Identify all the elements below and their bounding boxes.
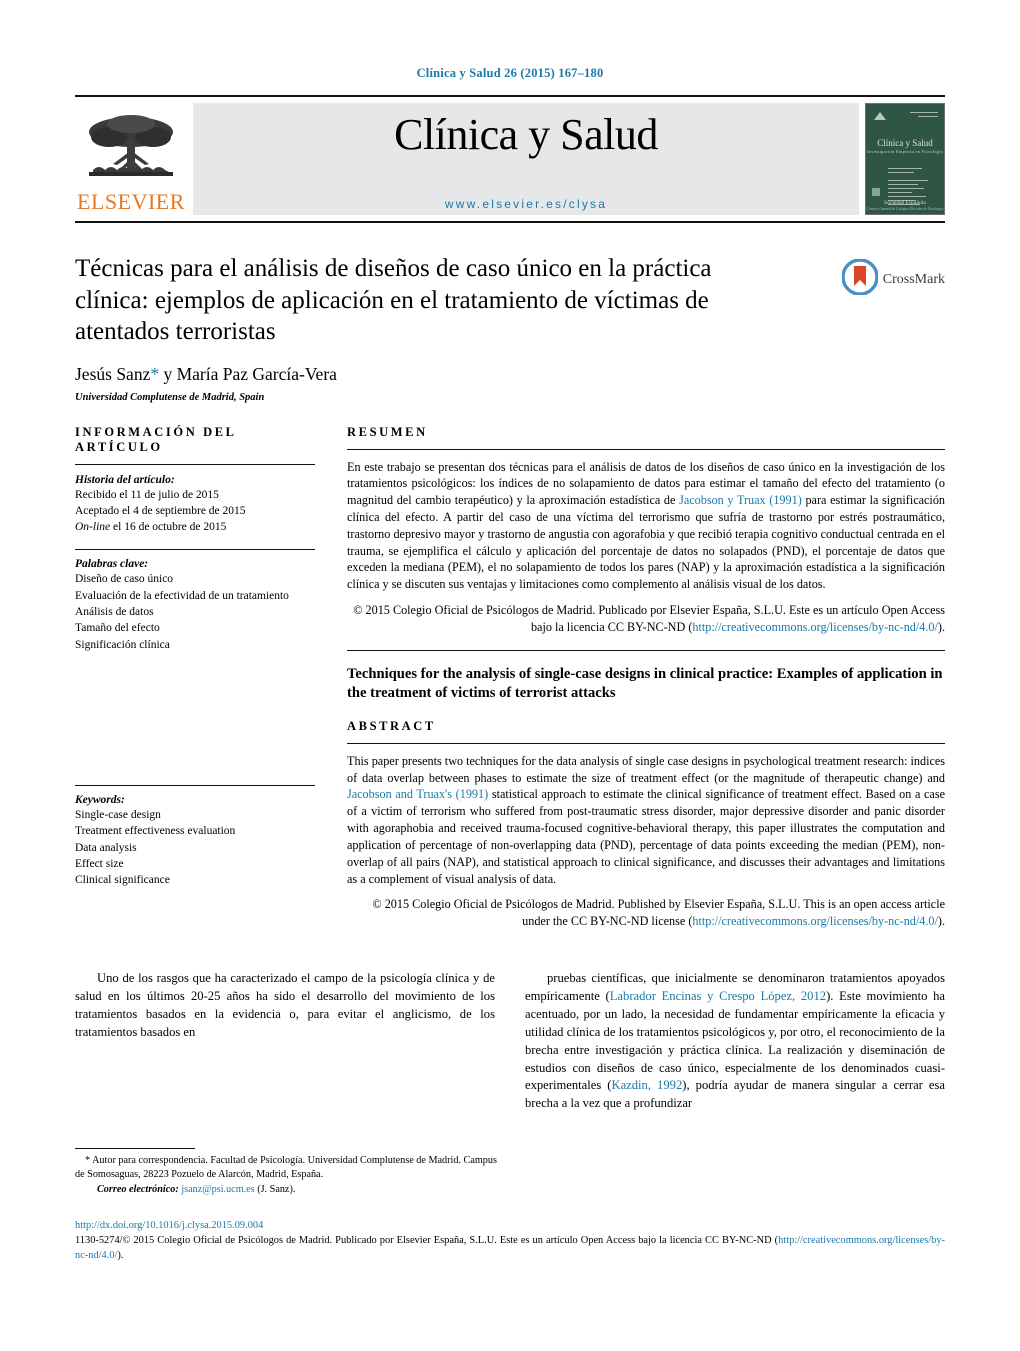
keyword-en-item: Effect size: [75, 858, 124, 871]
body-paragraph: pruebas científicas, que inicialmente se…: [525, 970, 945, 1113]
issn-end: ).: [117, 1250, 124, 1262]
corresponding-author-footnote: * Autor para correspondencia. Facultad d…: [75, 1148, 505, 1197]
issn-text: 1130-5274/© 2015 Colegio Oficial de Psic…: [75, 1235, 779, 1247]
divider: [75, 785, 315, 787]
citation-kazdin[interactable]: Kazdin, 1992: [611, 1078, 682, 1092]
citation-jacobson-truax-es[interactable]: Jacobson y Truax (1991): [679, 493, 802, 507]
keyword-en-item: Treatment effectiveness evaluation: [75, 825, 236, 838]
article-header: Técnicas para el análisis de diseños de …: [75, 253, 945, 403]
history-received: Recibido el 11 de julio de 2015: [75, 488, 219, 501]
history-online: On-line el 16 de octubre de 2015: [75, 519, 315, 535]
keyword-es-item: Diseño de caso único: [75, 573, 174, 586]
author-email-link[interactable]: jsanz@psi.ucm.es: [181, 1184, 254, 1195]
crossmark-label: CrossMark: [882, 271, 945, 287]
article-body: Uno de los rasgos que ha caracterizado e…: [75, 970, 945, 1113]
journal-title-band: Clínica y Salud www.elsevier.es/clysa: [193, 103, 859, 215]
abstract-section: información del artículo Historia del ar…: [75, 425, 945, 943]
keyword-en-item: Data analysis: [75, 841, 137, 854]
online-label: On-line: [75, 521, 111, 534]
elsevier-wordmark: ELSEVIER: [77, 189, 185, 214]
keyword-es-item: Análisis de datos: [75, 606, 154, 619]
email-label: Correo electrónico:: [97, 1183, 179, 1195]
divider: [347, 448, 945, 450]
history-label: Historia del artículo:: [75, 473, 175, 486]
resumen-copyright-end: ).: [937, 619, 945, 634]
resumen-part2: para estimar la significación clínica de…: [347, 493, 946, 592]
elsevier-logo: ELSEVIER: [75, 103, 187, 215]
cc-license-link-es[interactable]: http://creativecommons.org/licenses/by-n…: [692, 620, 938, 634]
affiliation: Universidad Complutense de Madrid, Spain: [75, 391, 265, 403]
keyword-es-item: Significación clínica: [75, 638, 170, 651]
online-date: el 16 de octubre de 2015: [110, 521, 227, 534]
page-footer: http://dx.doi.org/10.1016/j.clysa.2015.0…: [75, 1218, 945, 1263]
page-title: Técnicas para el análisis de diseños de …: [75, 255, 712, 345]
cover-title: Clínica y Salud: [877, 138, 933, 148]
citation-labrador-crespo[interactable]: Labrador Encinas y Crespo López, 2012: [610, 989, 826, 1003]
body-column-right: pruebas científicas, que inicialmente se…: [525, 970, 945, 1113]
journal-title: Clínica y Salud: [394, 110, 658, 159]
resumen-heading: resumen: [347, 424, 428, 439]
author-secondary: y María Paz García-Vera: [159, 363, 337, 384]
keyword-es-item: Tamaño del efecto: [75, 622, 160, 635]
footnote-email-line: Correo electrónico: jsanz@psi.ucm.es (J.…: [75, 1183, 505, 1197]
body-paragraph: Uno de los rasgos que ha caracterizado e…: [75, 971, 495, 1039]
body-right-part2: ). Este movimiento ha acentuado, por un …: [525, 989, 945, 1093]
email-suffix: (J. Sanz).: [254, 1183, 296, 1195]
crossmark-icon: [841, 258, 879, 300]
divider: [75, 1148, 195, 1149]
english-title: Techniques for the analysis of single-ca…: [347, 665, 943, 701]
footnote-body: * Autor para correspondencia. Facultad d…: [75, 1154, 505, 1183]
doi-link[interactable]: http://dx.doi.org/10.1016/j.clysa.2015.0…: [75, 1218, 945, 1233]
keywords-en-label: Keywords:: [75, 794, 125, 807]
journal-masthead: ELSEVIER Clínica y Salud www.elsevier.es…: [75, 95, 945, 223]
article-first-page: Clínica y Salud 26 (2015) 167–180 ELSEVI…: [0, 0, 1020, 1351]
body-column-left: Uno de los rasgos que ha caracterizado e…: [75, 970, 495, 1113]
history-accepted: Aceptado el 4 de septiembre de 2015: [75, 504, 246, 517]
cover-footer-sub: Consejo General de Colegios Oficiales de…: [866, 207, 944, 211]
keyword-es-item: Evaluación de la efectividad de un trata…: [75, 589, 289, 602]
info-panel-heading: información del artículo: [75, 424, 236, 454]
footnote-text: Autor para correspondencia. Facultad de …: [75, 1155, 497, 1181]
divider: [75, 463, 315, 465]
abstract-heading: abstract: [347, 718, 436, 733]
abstract-text: This paper presents two techniques for t…: [347, 753, 945, 888]
resumen-copyright: © 2015 Colegio Oficial de Psicólogos de …: [347, 602, 945, 636]
corresponding-author-marker[interactable]: *: [150, 364, 159, 384]
cover-subtitle: Investigación Empírica en Psicología: [867, 149, 943, 154]
keyword-en-item: Single-case design: [75, 809, 161, 822]
resumen-text: En este trabajo se presentan dos técnica…: [347, 459, 945, 594]
abstract-copyright-end: ).: [937, 914, 945, 929]
divider: [347, 742, 945, 744]
issn-copyright-line: 1130-5274/© 2015 Colegio Oficial de Psic…: [75, 1233, 945, 1263]
running-head: Clínica y Salud 26 (2015) 167–180: [416, 66, 604, 80]
journal-url-link[interactable]: www.elsevier.es/clysa: [445, 197, 607, 211]
abstract-part2: statistical approach to estimate the cli…: [347, 787, 945, 886]
divider: [75, 549, 315, 551]
keyword-en-item: Clinical significance: [75, 874, 170, 887]
crossmark-badge[interactable]: CrossMark: [841, 258, 945, 300]
author-primary: Jesús Sanz: [75, 363, 151, 384]
keywords-es-label: Palabras clave:: [75, 558, 149, 571]
elsevier-tree-icon: [83, 112, 179, 190]
citation-jacobson-truax-en[interactable]: Jacobson and Truax's (1991): [347, 787, 488, 801]
abstract-part1: This paper presents two techniques for t…: [347, 753, 946, 785]
article-info-panel: información del artículo Historia del ar…: [75, 425, 333, 943]
abstract-column: resumen En este trabajo se presentan dos…: [333, 425, 945, 943]
cover-footer: Sociedad Española: [884, 200, 926, 206]
cc-license-link-en[interactable]: http://creativecommons.org/licenses/by-n…: [692, 914, 938, 928]
abstract-copyright: © 2015 Colegio Oficial de Psicólogos de …: [347, 896, 945, 930]
divider: [347, 649, 945, 651]
author-list: Jesús Sanz* y María Paz García-Vera: [75, 364, 945, 385]
journal-cover-thumbnail: Clínica y Salud Investigación Empírica e…: [865, 103, 945, 215]
